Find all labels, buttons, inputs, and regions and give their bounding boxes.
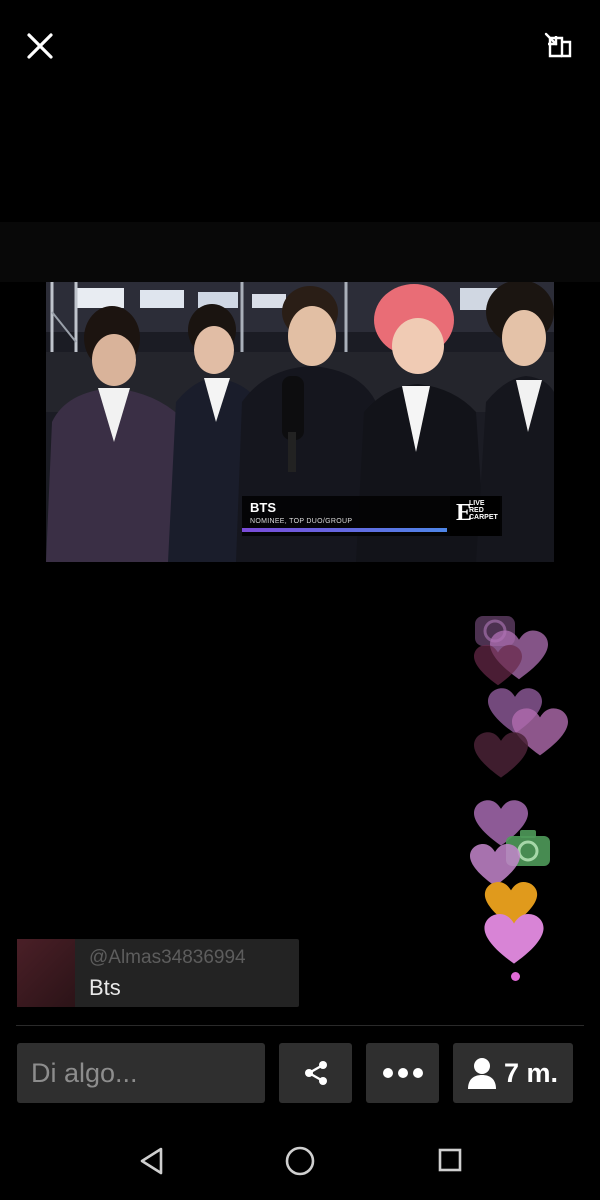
viewers-button[interactable]: 7 m. bbox=[453, 1043, 573, 1103]
recent-square-icon[interactable] bbox=[438, 1148, 462, 1172]
home-circle-icon[interactable] bbox=[284, 1145, 316, 1177]
share-icon bbox=[304, 1061, 327, 1085]
video-letterbox bbox=[0, 222, 600, 282]
system-navigation-bar bbox=[0, 1130, 600, 1200]
avatar[interactable] bbox=[17, 939, 75, 1007]
live-video[interactable]: BTS NOMINEE, TOP DUO/GROUP E LIVE RED CA… bbox=[46, 282, 554, 562]
badge-line-3: CARPET bbox=[469, 514, 498, 521]
badge-line-1: LIVE bbox=[469, 500, 485, 507]
close-button[interactable] bbox=[18, 26, 60, 68]
picture-in-picture-button[interactable] bbox=[536, 26, 578, 68]
chat-comment[interactable]: @Almas34836994 Bts bbox=[17, 939, 299, 1007]
more-dots-icon bbox=[382, 1068, 423, 1078]
badge-line-2: RED bbox=[469, 507, 484, 514]
comment-username: @Almas34836994 bbox=[89, 947, 246, 968]
heart-icon bbox=[474, 732, 528, 778]
reaction-dot bbox=[511, 972, 520, 981]
heart-icon bbox=[484, 914, 544, 964]
caption-title: BTS bbox=[250, 500, 276, 515]
caption-subtitle: NOMINEE, TOP DUO/GROUP bbox=[250, 518, 353, 525]
close-icon bbox=[27, 33, 53, 59]
live-stream-screen: BTS NOMINEE, TOP DUO/GROUP E LIVE RED CA… bbox=[0, 0, 600, 1200]
broadcaster-badge: E LIVE RED CARPET bbox=[450, 496, 502, 536]
viewers-count: 7 m. bbox=[503, 1057, 559, 1088]
comment-text: Bts bbox=[89, 975, 121, 1000]
badge-text: LIVE RED CARPET bbox=[469, 500, 501, 521]
heart-icon bbox=[474, 644, 522, 686]
back-triangle-icon[interactable] bbox=[137, 1146, 165, 1176]
floating-reactions bbox=[460, 600, 580, 990]
picture-in-picture-icon bbox=[544, 32, 572, 58]
comment-input[interactable] bbox=[17, 1043, 265, 1103]
share-button[interactable] bbox=[279, 1043, 352, 1103]
divider bbox=[16, 1025, 584, 1026]
more-options-button[interactable] bbox=[366, 1043, 439, 1103]
caption-accent-line bbox=[242, 528, 447, 532]
person-icon bbox=[467, 1058, 496, 1089]
